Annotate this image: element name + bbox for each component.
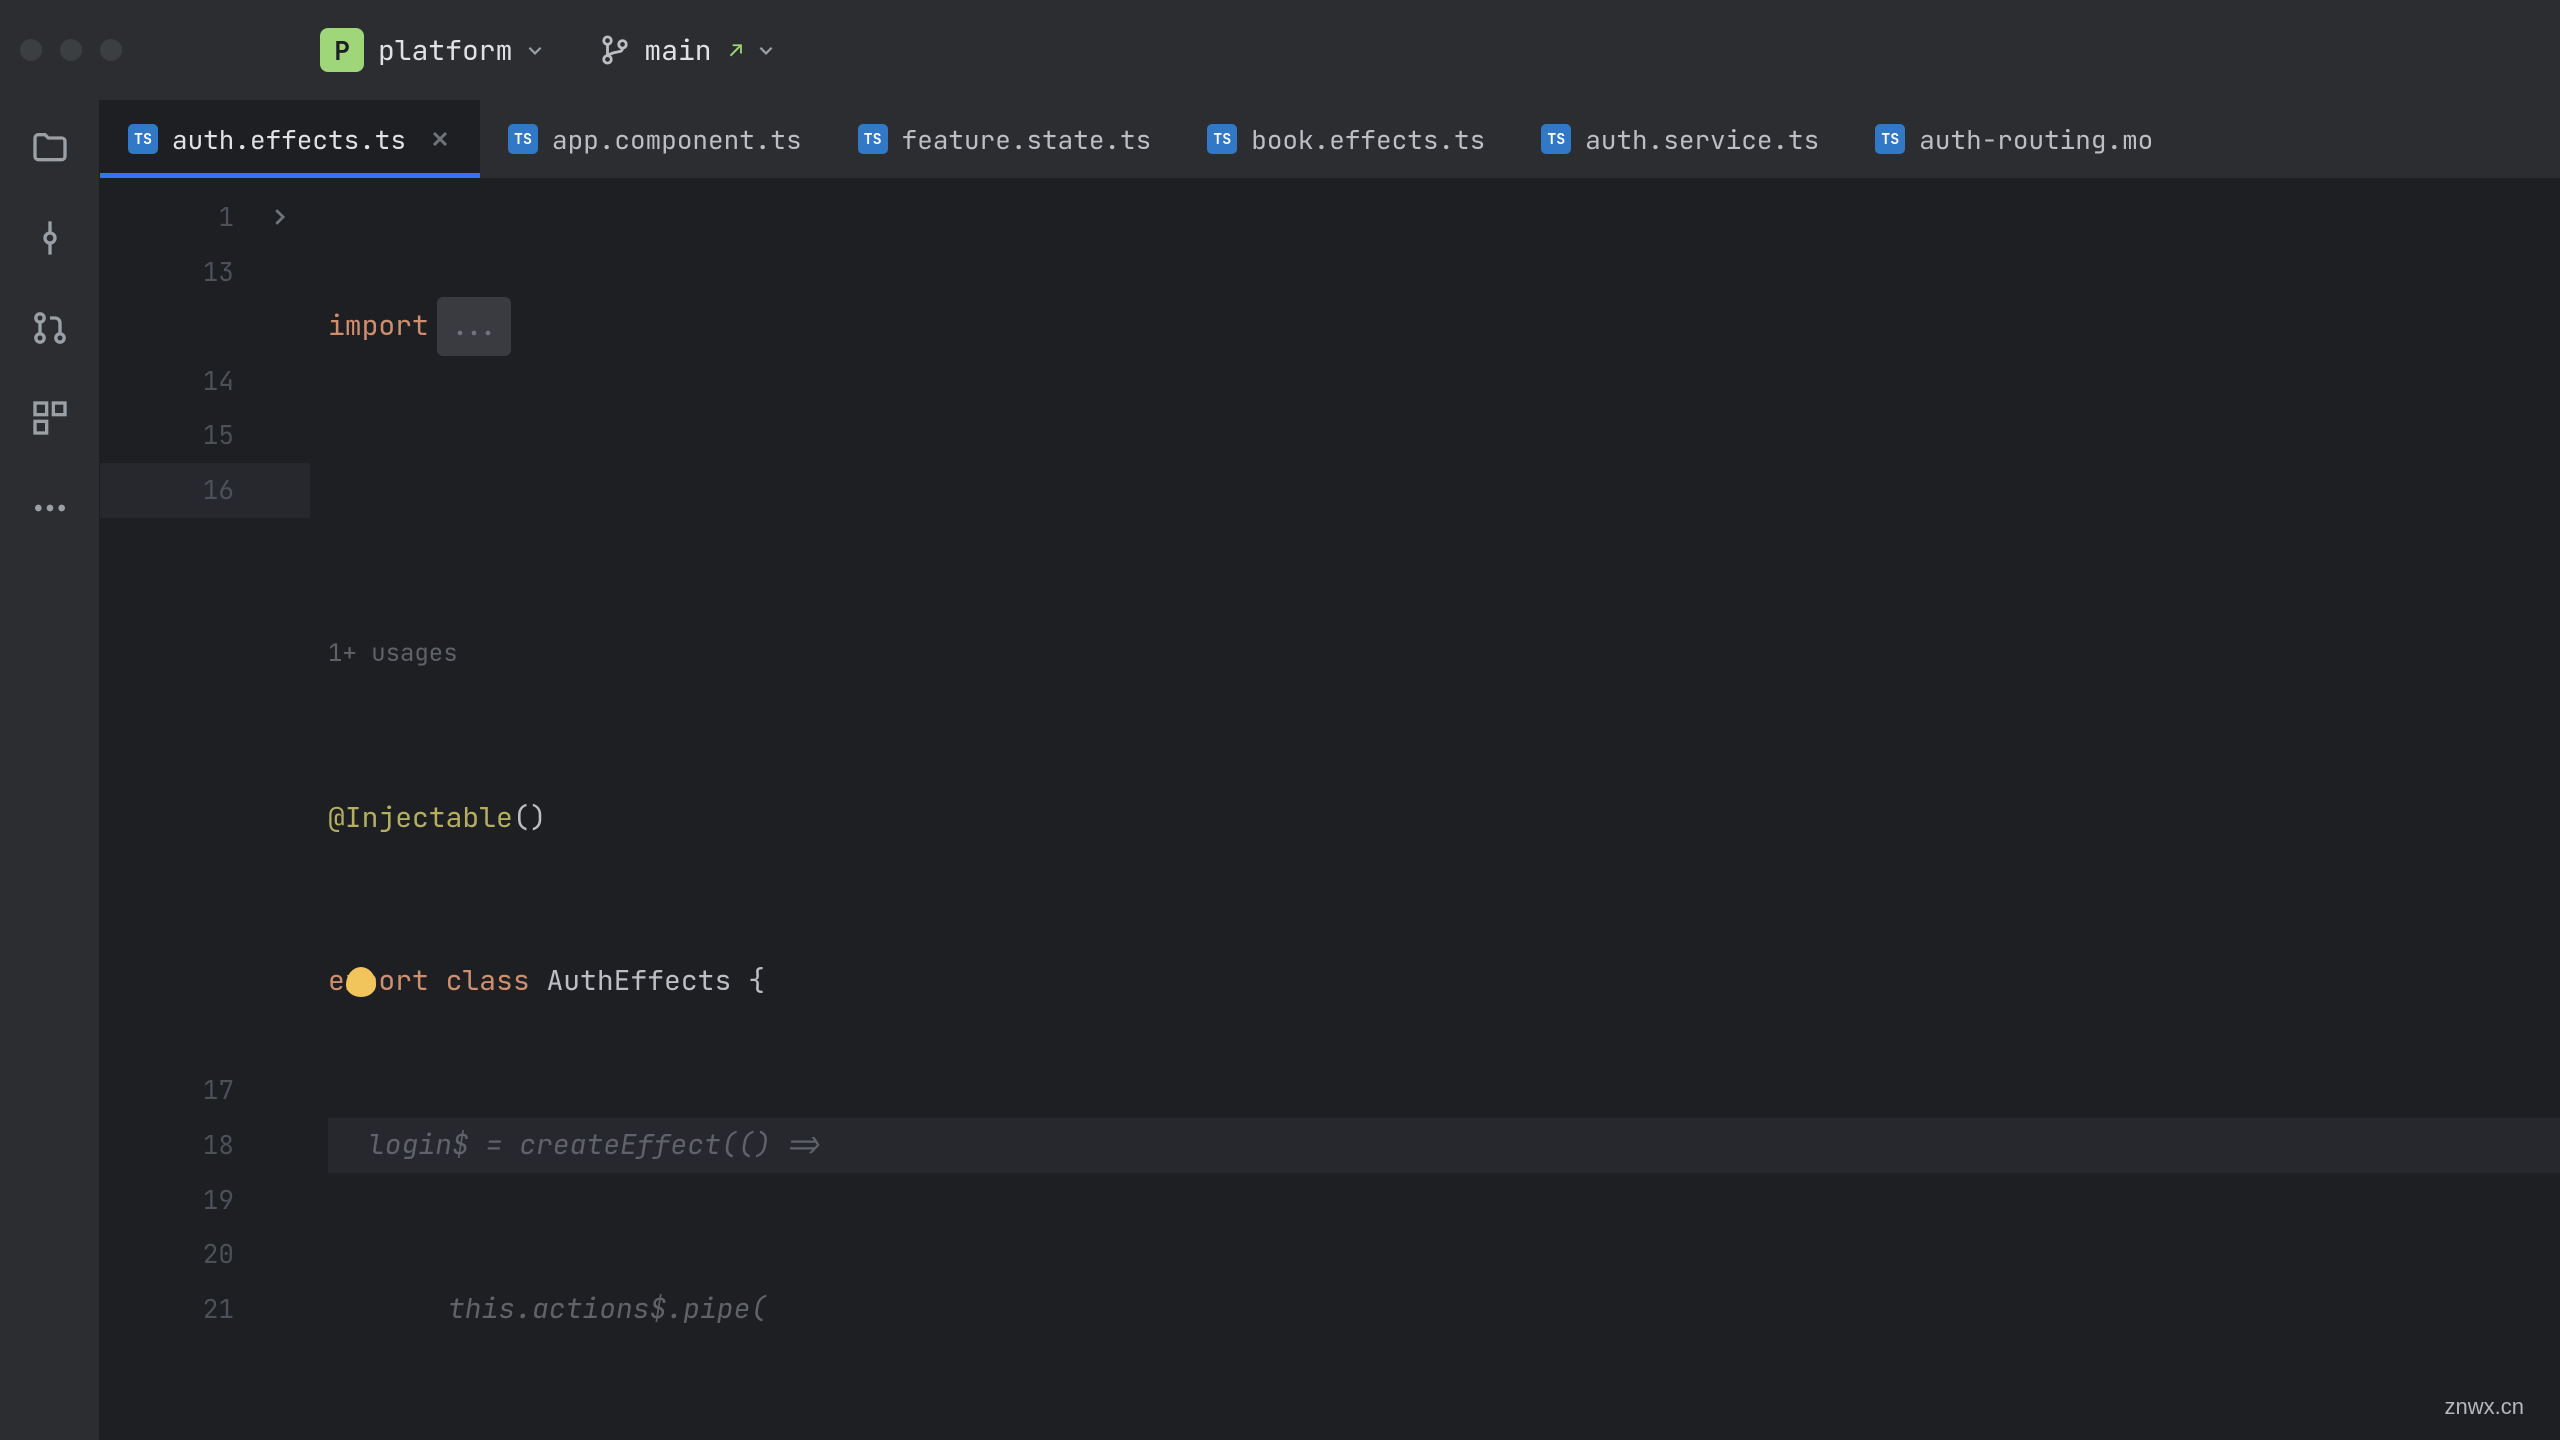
branch-arrow-icon: ↗ — [730, 36, 743, 65]
branch-selector[interactable]: main ↗ — [582, 24, 792, 77]
folder-icon[interactable] — [30, 128, 70, 168]
typescript-icon: TS — [858, 124, 888, 154]
tab-book-effects[interactable]: TS book.effects.ts — [1179, 100, 1513, 178]
main-area: TS auth.effects.ts TS app.component.ts T… — [0, 100, 2560, 1440]
line-number: 21 — [186, 1284, 234, 1335]
typescript-icon: TS — [1875, 124, 1905, 154]
project-selector[interactable]: P platform — [302, 20, 562, 80]
more-icon[interactable] — [30, 488, 70, 528]
line-number: 1 — [186, 192, 234, 243]
fold-icon[interactable] — [268, 206, 290, 228]
tab-feature-state[interactable]: TS feature.state.ts — [830, 100, 1180, 178]
tab-app-component[interactable]: TS app.component.ts — [480, 100, 830, 178]
tab-label: auth.service.ts — [1585, 122, 1819, 157]
commit-icon[interactable] — [30, 218, 70, 258]
window-controls — [20, 39, 122, 61]
line-number: 14 — [186, 356, 234, 407]
typescript-icon: TS — [1541, 124, 1571, 154]
line-number: 16 — [186, 465, 234, 516]
folded-region[interactable]: ... — [437, 297, 511, 356]
tool-sidebar — [0, 100, 100, 1440]
typescript-icon: TS — [508, 124, 538, 154]
line-number: 15 — [186, 410, 234, 461]
editor-area: TS auth.effects.ts TS app.component.ts T… — [100, 100, 2560, 1440]
line-number: 18 — [186, 1120, 234, 1171]
tab-label: auth-routing.mo — [1919, 122, 2153, 157]
chevron-down-icon — [757, 41, 775, 59]
code-editor[interactable]: 1 13 14 15 16 17 18 19 20 21 — [100, 178, 2560, 1440]
tab-auth-service[interactable]: TS auth.service.ts — [1513, 100, 1847, 178]
minimize-window-button[interactable] — [60, 39, 82, 61]
project-badge: P — [320, 28, 364, 72]
tab-auth-effects[interactable]: TS auth.effects.ts — [100, 100, 480, 178]
project-name: platform — [378, 32, 512, 69]
tab-label: auth.effects.ts — [172, 122, 406, 157]
typescript-icon: TS — [128, 124, 158, 154]
close-icon[interactable] — [428, 127, 452, 151]
watermark: znwx.cn — [2445, 1394, 2524, 1420]
tab-label: app.component.ts — [552, 122, 802, 157]
structure-icon[interactable] — [30, 398, 70, 438]
usages-hint[interactable]: 1+ usages — [328, 631, 458, 678]
editor-tabs: TS auth.effects.ts TS app.component.ts T… — [100, 100, 2560, 178]
line-number: 13 — [186, 247, 234, 298]
typescript-icon: TS — [1207, 124, 1237, 154]
line-number: 20 — [186, 1229, 234, 1280]
tab-label: book.effects.ts — [1251, 122, 1485, 157]
branch-name: main — [644, 32, 711, 69]
code-content[interactable]: import... 1+ usages @Injectable() export… — [310, 178, 2560, 1440]
line-number: 19 — [186, 1175, 234, 1226]
chevron-down-icon — [526, 41, 544, 59]
gutter: 1 13 14 15 16 17 18 19 20 21 — [100, 178, 310, 1440]
line-number: 17 — [186, 1065, 234, 1116]
maximize-window-button[interactable] — [100, 39, 122, 61]
titlebar: P platform main ↗ — [0, 0, 2560, 100]
close-window-button[interactable] — [20, 39, 42, 61]
tab-label: feature.state.ts — [902, 122, 1152, 157]
branch-icon — [600, 35, 630, 65]
pull-request-icon[interactable] — [30, 308, 70, 348]
tab-auth-routing[interactable]: TS auth-routing.mo — [1847, 100, 2181, 178]
